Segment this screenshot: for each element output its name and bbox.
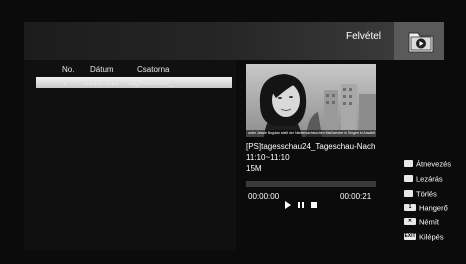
menu-lock[interactable]: Lezárás: [404, 174, 443, 184]
row-date: 2010/1/11: [84, 78, 119, 87]
recording-row[interactable]: 1 2010/1/11 tagesschau_: [36, 77, 232, 88]
column-header-channel: Csatorna: [137, 65, 170, 74]
play-icon[interactable]: [285, 201, 291, 209]
red-key-icon: [404, 159, 413, 167]
preview-caption: unter Jessie Bogdan stellt der Niedersac…: [246, 130, 376, 137]
menu-volume[interactable]: 1 Hangerő: [404, 203, 448, 213]
preview-image: [246, 64, 376, 137]
row-no: 1: [62, 78, 67, 87]
number-one-key-icon: 1: [404, 203, 416, 211]
recording-size: 15M: [246, 164, 262, 173]
header-bar: [24, 22, 394, 60]
playback-progress-bar: [246, 181, 376, 187]
menu-delete-label: Törlés: [416, 189, 437, 199]
stop-icon[interactable]: [311, 202, 317, 208]
pause-icon[interactable]: [298, 202, 304, 208]
total-time: 00:00:21: [340, 192, 372, 201]
folder-play-icon: [408, 32, 434, 53]
menu-exit[interactable]: EXIT Kilépés: [404, 232, 444, 242]
menu-exit-label: Kilépés: [419, 232, 444, 242]
exit-key-icon: EXIT: [404, 232, 416, 240]
recordings-screen: Felvétel No. Dátum Csatorna 1 2010/1/11 …: [0, 0, 466, 264]
yellow-key-icon: [404, 189, 413, 197]
mute-key-icon: ✕: [404, 217, 416, 225]
column-header-date: Dátum: [90, 65, 114, 74]
recording-time-range: 11:10~11:10: [246, 153, 290, 162]
video-preview: [246, 64, 376, 137]
menu-rename-label: Átnevezés: [416, 159, 452, 169]
menu-mute[interactable]: ✕ Némít: [404, 217, 439, 227]
menu-delete[interactable]: Törlés: [404, 189, 437, 199]
menu-volume-label: Hangerő: [419, 203, 448, 213]
page-title: Felvétel: [346, 31, 382, 42]
playback-controls: [285, 201, 317, 209]
row-channel: tagesschau_: [128, 78, 174, 87]
recording-name: [PS]tagesschau24_Tageschau-Nach: [246, 142, 376, 151]
green-key-icon: [404, 174, 413, 182]
recording-list-panel: [24, 60, 236, 250]
column-header-no: No.: [62, 65, 75, 74]
elapsed-time: 00:00:00: [248, 192, 280, 201]
menu-mute-label: Némít: [419, 217, 440, 227]
menu-lock-label: Lezárás: [416, 174, 443, 184]
menu-rename[interactable]: Átnevezés: [404, 159, 451, 169]
